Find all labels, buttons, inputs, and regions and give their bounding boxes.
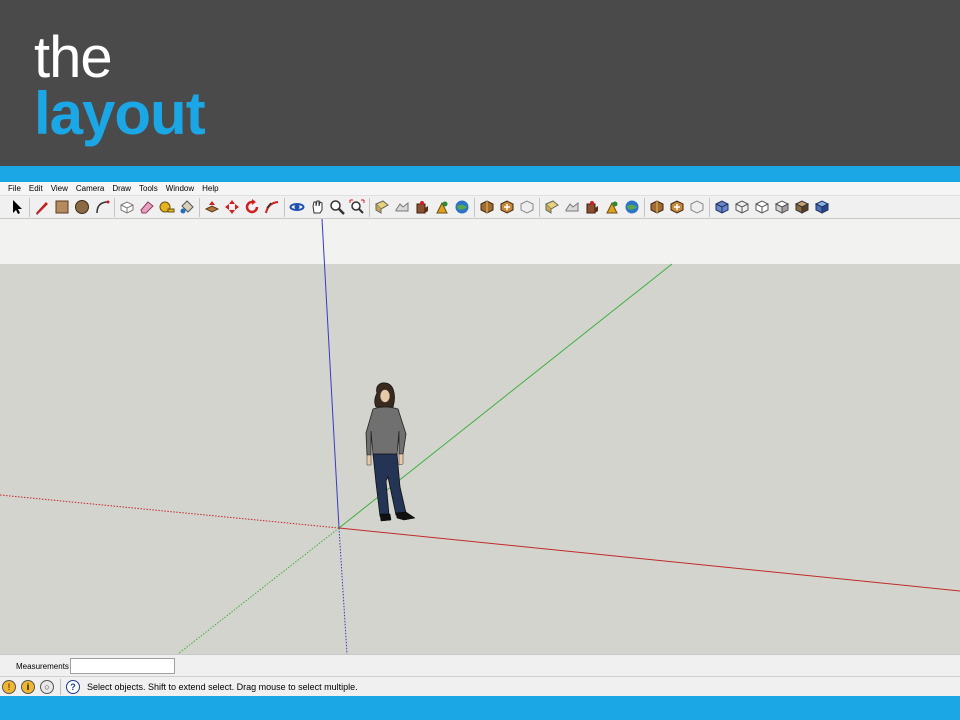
paint-bucket-icon[interactable] [177, 198, 197, 217]
toolbar-group-google [369, 197, 474, 217]
toolbar-group-components [474, 197, 539, 217]
geolocation-icon[interactable]: ! [2, 679, 16, 694]
menu-file[interactable]: File [4, 184, 25, 193]
measurements-input[interactable] [70, 658, 175, 674]
status-bar: ! i ○ ? Select objects. Shift to extend … [0, 676, 960, 696]
make-component-icon[interactable] [117, 198, 137, 217]
menu-edit[interactable]: Edit [25, 184, 47, 193]
share-model-icon-2[interactable] [497, 198, 517, 217]
toolbar-group-edit [114, 197, 199, 217]
circle-icon[interactable] [72, 198, 92, 217]
toolbar-group-select [5, 198, 29, 217]
toolbar-group-google-2 [539, 197, 644, 217]
menu-help[interactable]: Help [198, 184, 222, 193]
toolbar-group-draw [29, 197, 114, 217]
follow-me-icon[interactable] [262, 198, 282, 217]
toggle-terrain-icon-2[interactable] [562, 198, 582, 217]
menu-tools[interactable]: Tools [135, 184, 162, 193]
add-location-icon-2[interactable] [542, 198, 562, 217]
rotate-icon[interactable] [242, 198, 262, 217]
get-models-icon-2[interactable] [477, 198, 497, 217]
toolbar-group-camera [284, 197, 369, 217]
help-icon[interactable]: ? [66, 679, 80, 694]
toolbar-group-styles [709, 197, 834, 217]
blue-axis-negative [338, 527, 348, 654]
green-axis-negative [177, 527, 340, 654]
toggle-terrain-icon[interactable] [392, 198, 412, 217]
share-model-icon[interactable] [432, 198, 452, 217]
share-model-icon-4[interactable] [667, 198, 687, 217]
move-icon[interactable] [222, 198, 242, 217]
tape-measure-icon[interactable] [157, 198, 177, 217]
google-earth-icon[interactable] [452, 198, 472, 217]
zoom-icon[interactable] [327, 198, 347, 217]
pan-icon[interactable] [307, 198, 327, 217]
hidden-line-icon[interactable] [752, 198, 772, 217]
get-models-icon[interactable] [412, 198, 432, 217]
measurements-label: Measurements [16, 662, 69, 671]
get-models-icon-4[interactable] [647, 198, 667, 217]
toolbar-group-modify [199, 197, 284, 217]
rectangle-icon[interactable] [52, 198, 72, 217]
share-model-icon-3[interactable] [602, 198, 622, 217]
menu-bar: File Edit View Camera Draw Tools Window … [0, 182, 960, 196]
sketchup-window: File Edit View Camera Draw Tools Window … [0, 182, 960, 696]
red-axis-positive [338, 527, 960, 592]
accent-band-top [0, 166, 960, 182]
get-models-icon-3[interactable] [582, 198, 602, 217]
menu-draw[interactable]: Draw [108, 184, 135, 193]
orbit-icon[interactable] [287, 198, 307, 217]
blue-axis-positive [321, 219, 340, 529]
add-location-icon[interactable] [372, 198, 392, 217]
status-message: Select objects. Shift to extend select. … [87, 681, 358, 692]
wireframe-icon[interactable] [732, 198, 752, 217]
toolbar-group-components-2 [644, 197, 709, 217]
push-pull-icon[interactable] [202, 198, 222, 217]
pencil-line-icon[interactable] [32, 198, 52, 217]
xray-icon[interactable] [712, 198, 732, 217]
axes-layer [0, 219, 960, 654]
google-earth-icon-2[interactable] [622, 198, 642, 217]
share-component-icon-2[interactable] [687, 198, 707, 217]
menu-window[interactable]: Window [162, 184, 198, 193]
accent-band-bottom [0, 696, 960, 720]
credits-icon[interactable]: i [21, 679, 35, 694]
measurements-bar: Measurements [0, 654, 960, 676]
shaded-textures-icon[interactable] [792, 198, 812, 217]
monochrome-icon[interactable] [812, 198, 832, 217]
slide-title-line2: layout [34, 80, 206, 147]
status-separator [60, 678, 61, 695]
red-axis-negative [0, 494, 340, 529]
arc-icon[interactable] [92, 198, 112, 217]
shaded-icon[interactable] [772, 198, 792, 217]
modeling-viewport[interactable] [0, 219, 960, 654]
menu-camera[interactable]: Camera [72, 184, 108, 193]
user-icon[interactable]: ○ [40, 679, 54, 694]
zoom-extents-icon[interactable] [347, 198, 367, 217]
slide-header: the layout [0, 0, 960, 166]
menu-view[interactable]: View [47, 184, 72, 193]
select-icon[interactable] [7, 198, 27, 217]
eraser-icon[interactable] [137, 198, 157, 217]
main-toolbar [0, 196, 960, 219]
share-component-icon[interactable] [517, 198, 537, 217]
